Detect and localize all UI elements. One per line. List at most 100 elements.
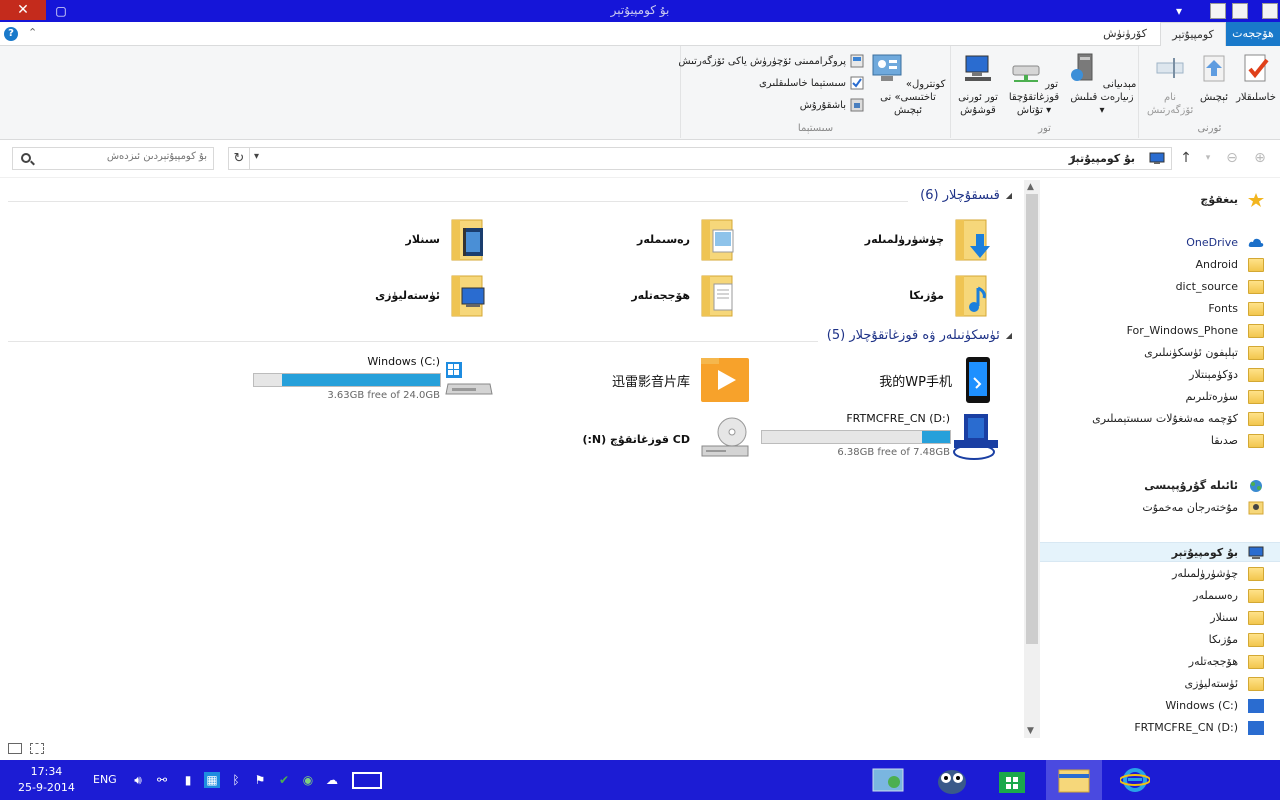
tray-app-icon[interactable]: ▦ (204, 772, 220, 788)
address-history-dropdown-icon[interactable]: ▾ (254, 151, 259, 162)
access-media-button[interactable]: مېدىيانى زىيارەت قىلىش ▾ (1067, 52, 1137, 117)
folder-music[interactable]: مۇزىكا (909, 272, 994, 318)
map-network-drive-button[interactable]: تور قوزغاتقۇچقا تۇتاش ▾ (1003, 52, 1065, 117)
nav-this-pc-item[interactable]: ئۈستەلیۈزى (1040, 674, 1280, 694)
nav-onedrive-folder[interactable]: Android (1040, 255, 1280, 275)
open-button[interactable]: ئېچىش (1197, 52, 1231, 104)
tab-file[interactable]: ھۆججەت (1226, 22, 1280, 46)
folder-documents[interactable]: ھۆججەتلەر (631, 272, 740, 318)
clock[interactable]: 17:34 25-9-2014 (18, 764, 75, 796)
taskbar-app-switcher[interactable] (860, 760, 916, 800)
explorer-window: ✕ ▢ بۇ كومپيۇتېر ▾ ? ⌃ كۆرۈنۈش كومپيۇتېر… (0, 0, 1280, 760)
sync-icon[interactable]: ◉ (300, 772, 316, 788)
folder-desktop[interactable]: ئۈستەلیۈزى (375, 272, 490, 318)
nav-onedrive-folder[interactable]: دۆكۈمېنتلار (1040, 365, 1280, 385)
refresh-button[interactable]: ↻ (228, 147, 250, 170)
onedrive-tray-icon[interactable]: ☁ (324, 772, 340, 788)
search-icon[interactable] (21, 153, 31, 163)
touch-keyboard-icon[interactable] (352, 772, 382, 789)
bluetooth-icon[interactable]: ᛒ (228, 772, 244, 788)
phone-icon (966, 357, 990, 403)
help-icon[interactable]: ? (4, 27, 18, 41)
nav-onedrive-folder[interactable]: تېلېفون ئۈسكۈنىلىرى (1040, 343, 1280, 363)
tab-view[interactable]: كۆرۈنۈش (1090, 22, 1160, 46)
nav-this-pc-item[interactable]: ھۆججەتلەر (1040, 652, 1280, 672)
tab-computer[interactable]: كومپيۇتېر (1160, 22, 1226, 47)
search-box[interactable] (12, 147, 214, 170)
taskbar-app-file-explorer[interactable] (1046, 760, 1102, 800)
nav-onedrive-folder[interactable]: سۈرەتلىرىم (1040, 387, 1280, 407)
drives-group-header[interactable]: ◢ ئۈسكۈنىلەر ۋە قوزغاتقۇچلار (5) (827, 328, 1012, 343)
scroll-up-icon[interactable]: ▲ (1027, 182, 1034, 192)
volume-icon[interactable]: 🔊︎ (130, 772, 146, 788)
breadcrumb-this-pc[interactable]: بۇ كومپيۇتېر (1069, 152, 1135, 165)
address-bar[interactable]: ▾ ◂ بۇ كومپيۇتېر (250, 147, 1172, 170)
properties-icon[interactable] (1232, 3, 1248, 19)
search-input[interactable] (37, 151, 207, 162)
system-properties-button[interactable]: سىستېما خاسلىقلىرى (759, 76, 864, 90)
collapse-arrow-icon[interactable]: ◢ (1006, 191, 1012, 200)
folder-icon (1248, 655, 1264, 669)
folder-downloads[interactable]: چۈشۈرۈلمىلەر (865, 216, 994, 262)
programs-icon (850, 54, 864, 68)
nav-favorites[interactable]: يىغقۇچ (1040, 190, 1280, 210)
properties-button[interactable]: خاسلىقلار (1235, 52, 1277, 104)
ribbon-collapse-icon[interactable]: ⌃ (28, 26, 37, 39)
add-network-location-button[interactable]: تور ئورنى قوشۇش (955, 52, 1001, 117)
quick-access-dropdown-icon[interactable]: ▾ (1168, 2, 1190, 20)
details-view-icon[interactable] (8, 743, 22, 754)
folder-icon (1248, 258, 1264, 272)
scroll-thumb[interactable] (1026, 194, 1038, 644)
nav-onedrive-folder[interactable]: For_Windows_Phone (1040, 321, 1280, 341)
nav-onedrive-folder[interactable]: كۆچمە مەشغۇلات سىستېمىلىرى (1040, 409, 1280, 429)
up-button[interactable]: ↑ (1176, 148, 1196, 168)
drive-d[interactable]: FRTMCFRE_CN (D:) 6.38GB free of 7.48GB (758, 410, 1008, 466)
folders-group-header[interactable]: ◢ قىسقۇچلار (6) (920, 188, 1012, 203)
back-button[interactable]: ⊕ (1250, 148, 1270, 168)
new-folder-icon[interactable] (1210, 3, 1226, 19)
nav-homegroup[interactable]: ئائىلە گۇرۇپپىسى (1040, 476, 1280, 496)
nav-this-pc-item[interactable]: FRTMCFRE_CN (D:) (1040, 718, 1280, 738)
nav-this-pc-item[interactable]: چۈشۈرۈلمىلەر (1040, 564, 1280, 584)
battery-icon[interactable]: ▮ (180, 772, 196, 788)
security-icon[interactable]: ✔ (276, 772, 292, 788)
nav-this-pc-item[interactable]: مۇزىكا (1040, 630, 1280, 650)
app-switcher-icon (872, 768, 904, 792)
rename-button[interactable]: نام ئۆزگەرتىش (1147, 52, 1193, 117)
nav-onedrive[interactable]: OneDrive (1040, 233, 1280, 253)
nav-this-pc[interactable]: بۇ كومپيۇتېر (1040, 542, 1280, 562)
language-indicator[interactable]: ENG (93, 773, 117, 786)
nav-this-pc-item[interactable]: Windows (C:) (1040, 696, 1280, 716)
network-icon[interactable]: ⚯ (154, 772, 170, 788)
nav-onedrive-folder[interactable]: Fonts (1040, 299, 1280, 319)
manage-button[interactable]: باشقۇرۇش (800, 98, 864, 112)
nav-this-pc-item[interactable]: سىنلار (1040, 608, 1280, 628)
scroll-down-icon[interactable]: ▼ (1027, 726, 1034, 736)
uninstall-program-button[interactable]: پروگراممىنى ئۆچۈرۈش ياكى ئۆزگەرتىش (678, 54, 864, 68)
folder-pictures[interactable]: رەسىملەر (637, 216, 740, 262)
drive-c[interactable]: Windows (C:) 3.63GB free of 24.0GB (250, 352, 496, 408)
device-xunlei-library[interactable]: 迅雷影音片库 (612, 356, 750, 404)
content-scrollbar[interactable]: ▲ ▼ (1024, 180, 1040, 738)
ribbon-group-label: تور (1038, 123, 1051, 134)
forward-button[interactable]: ⊖ (1222, 148, 1242, 168)
windows-drive-icon (445, 362, 493, 395)
nav-homegroup-user[interactable]: مۇختەرجان مەخمۇت (1040, 498, 1280, 518)
open-control-panel-button[interactable]: «كونترول تاختىسى» نى ئېچىش (867, 52, 949, 117)
large-icons-view-icon[interactable] (30, 743, 44, 754)
collapse-arrow-icon[interactable]: ◢ (1006, 331, 1012, 340)
taskbar-app-store[interactable] (984, 760, 1040, 800)
nav-this-pc-item[interactable]: رەسىملەر (1040, 586, 1280, 606)
nav-onedrive-folder[interactable]: صدىقا (1040, 431, 1280, 451)
action-center-flag-icon[interactable]: ⚑ (252, 772, 268, 788)
device-wp-phone[interactable]: 我的WP手机 (879, 356, 994, 404)
folder-icon (1248, 567, 1264, 581)
folder-videos[interactable]: سىنلار (406, 216, 490, 262)
drive-cd-n[interactable]: CD قوزغاتقۇچ (N:) (582, 416, 750, 462)
taskbar-app-internet-explorer[interactable] (1108, 760, 1164, 800)
taskbar-app-owl[interactable] (924, 760, 980, 800)
drive-c-usage-fill (281, 374, 440, 386)
recent-locations-icon[interactable]: ▾ (1198, 148, 1218, 168)
nav-onedrive-folder[interactable]: dict_source (1040, 277, 1280, 297)
pictures-folder-icon (701, 219, 734, 261)
